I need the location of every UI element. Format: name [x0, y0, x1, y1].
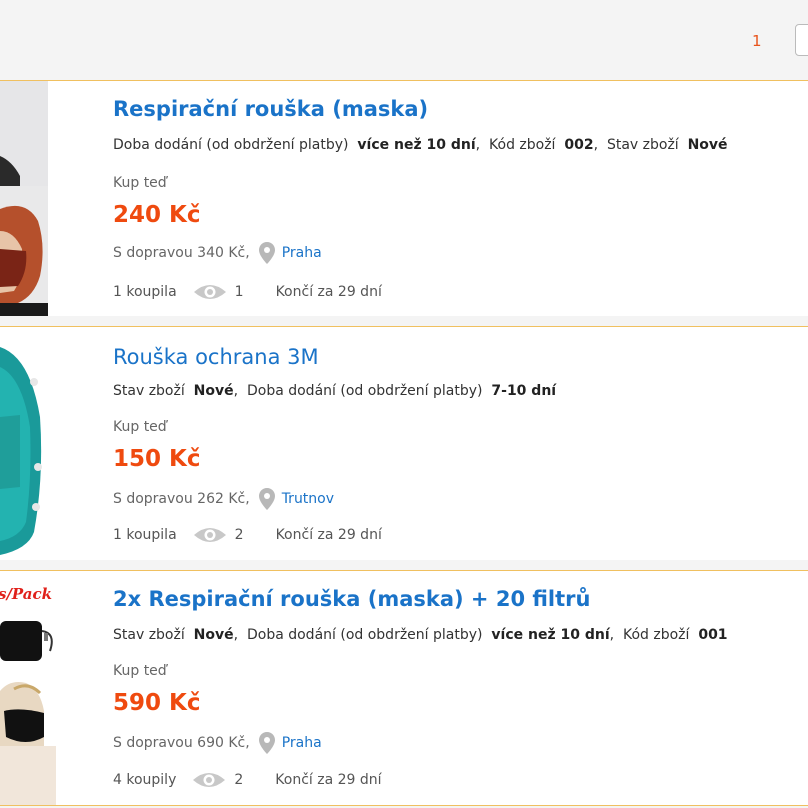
views-eye-icon [193, 528, 226, 542]
listing-title-link[interactable]: 2x Respirační rouška (maska) + 20 filtrů [113, 587, 590, 611]
shipping-info: S dopravou 262 Kč, Trutnov [113, 487, 334, 511]
views-count: 1 [234, 284, 244, 300]
buy-now-label: Kup teď [113, 175, 167, 191]
shipping-info: S dopravou 340 Kč, Praha [113, 241, 322, 265]
location-pin-icon [258, 488, 275, 510]
page-input-box[interactable] [795, 24, 808, 56]
location-link[interactable]: Praha [282, 735, 322, 751]
listing-price: 240 Kč [113, 202, 201, 228]
listing-title-link[interactable]: Respirační rouška (maska) [113, 97, 428, 121]
shipping-info: S dopravou 690 Kč, Praha [113, 731, 322, 755]
listing-meta: Stav zboží Nové, Doba dodání (od obdržen… [113, 383, 557, 399]
end-time: Končí za 29 dní [275, 527, 382, 543]
product-image[interactable] [0, 81, 96, 316]
listing-stats: 1 koupila 2 Končí za 29 dní [113, 527, 382, 543]
location-link[interactable]: Trutnov [282, 491, 334, 507]
buy-now-label: Kup teď [113, 663, 167, 679]
buy-now-label: Kup teď [113, 419, 167, 435]
product-image[interactable] [0, 327, 96, 560]
end-time: Končí za 29 dní [275, 772, 382, 788]
listing-results: Respirační rouška (maska) Doba dodání (o… [0, 80, 808, 806]
listing-price: 590 Kč [113, 690, 201, 716]
listing-price: 150 Kč [113, 446, 201, 472]
location-pin-icon [258, 242, 275, 264]
product-image[interactable]: s/Pack [0, 571, 96, 805]
thumb-pack-text: s/Pack [0, 585, 52, 603]
views-count: 2 [234, 527, 244, 543]
location-link[interactable]: Praha [282, 245, 322, 261]
current-page-number[interactable]: 1 [752, 32, 762, 50]
results-toolbar: 1 [0, 0, 808, 80]
views-count: 2 [234, 772, 244, 788]
listing-card[interactable]: Respirační rouška (maska) Doba dodání (o… [0, 80, 808, 316]
listing-meta: Stav zboží Nové, Doba dodání (od obdržen… [113, 627, 728, 643]
views-eye-icon [193, 285, 226, 299]
end-time: Končí za 29 dní [275, 284, 382, 300]
listing-stats: 1 koupila 1 Končí za 29 dní [113, 284, 382, 300]
listing-card[interactable]: Rouška ochrana 3M Stav zboží Nové, Doba … [0, 326, 808, 560]
listing-meta: Doba dodání (od obdržení platby) více ne… [113, 137, 728, 153]
views-eye-icon [193, 773, 226, 787]
listing-title-link[interactable]: Rouška ochrana 3M [113, 345, 319, 369]
listing-stats: 4 koupily 2 Končí za 29 dní [113, 772, 382, 788]
listing-card[interactable]: s/Pack 2x Respirační rouška (maska) + 20… [0, 570, 808, 806]
location-pin-icon [258, 732, 275, 754]
